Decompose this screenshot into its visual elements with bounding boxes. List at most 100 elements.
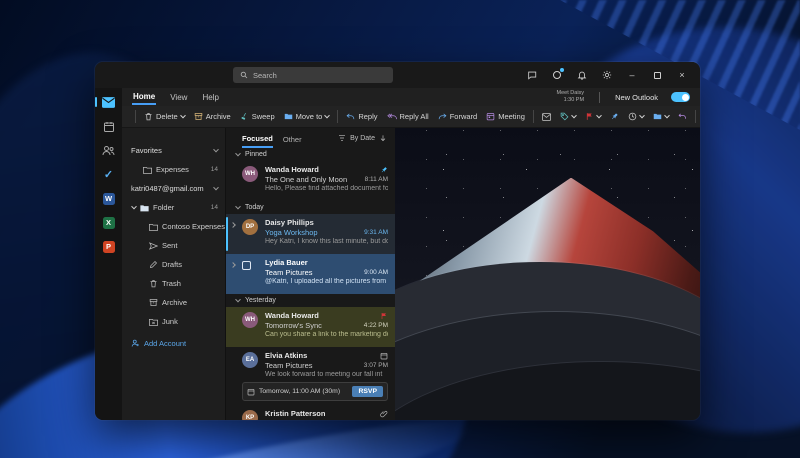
- presence-icon[interactable]: [551, 69, 563, 81]
- rail-excel-button[interactable]: X: [101, 215, 117, 230]
- tab-home[interactable]: Home: [132, 90, 156, 105]
- sidebar-item-folder[interactable]: Folder 14: [122, 198, 225, 217]
- message-row-lydia[interactable]: Lydia Bauer Team Pictures 9:00 AM @Katri…: [226, 254, 395, 294]
- add-account-button[interactable]: Add Account: [122, 334, 225, 353]
- message-row-kristin[interactable]: KP Kristin Patterson: [226, 405, 395, 420]
- filter-icon[interactable]: [338, 134, 346, 142]
- tab-other[interactable]: Other: [283, 128, 302, 148]
- pinned-icon: [380, 166, 388, 174]
- sidebar-item-drafts[interactable]: Drafts: [122, 255, 225, 274]
- search-icon: [240, 71, 248, 79]
- move-button[interactable]: [650, 110, 672, 123]
- expand-icon[interactable]: [230, 222, 236, 228]
- divider: [533, 110, 534, 123]
- sort-order-icon[interactable]: [379, 134, 387, 142]
- new-outlook-toggle[interactable]: [671, 92, 690, 102]
- select-checkbox[interactable]: [242, 261, 251, 270]
- folder-icon: [140, 204, 149, 212]
- sweep-broom-icon: [240, 112, 249, 121]
- expand-icon[interactable]: [230, 262, 236, 268]
- sidebar-item-contoso-expenses[interactable]: Contoso Expenses: [122, 217, 225, 236]
- todo-check-icon: ✓: [104, 168, 113, 181]
- junk-folder-icon: [149, 318, 158, 326]
- meeting-reminder[interactable]: Meet Daisy 1:30 PM: [557, 90, 585, 104]
- message-row-wanda-moon[interactable]: WH Wanda Howard The One and Only Moon 8:…: [226, 161, 395, 201]
- divider: [135, 110, 136, 123]
- section-pinned[interactable]: Pinned: [226, 148, 395, 161]
- settings-gear-icon[interactable]: [601, 69, 613, 81]
- rsvp-button[interactable]: RSVP: [352, 386, 383, 397]
- rail-word-button[interactable]: W: [101, 191, 117, 206]
- categorize-button[interactable]: [557, 110, 579, 123]
- feedback-icon[interactable]: [526, 69, 538, 81]
- sidebar-item-sent[interactable]: Sent: [122, 236, 225, 255]
- search-bar[interactable]: Search: [233, 67, 393, 83]
- message-list-header: Focused Other By Date: [226, 128, 395, 148]
- ribbon-toolbar: New Mail Delete: [122, 106, 700, 128]
- pin-icon: [610, 112, 619, 121]
- rail-calendar-button[interactable]: [101, 119, 117, 134]
- move-to-button[interactable]: Move to: [281, 110, 333, 123]
- sidebar-item-archive[interactable]: Archive: [122, 293, 225, 312]
- desktop-wallpaper: Search – ×: [0, 0, 800, 458]
- attachment-icon: [380, 410, 388, 418]
- folder-sidebar: Favorites Expenses 14 katri0487@gmail.co…: [122, 128, 225, 420]
- folder-arrow-icon: [653, 112, 662, 121]
- tag-icon: [560, 112, 569, 121]
- maximize-button[interactable]: [651, 69, 663, 81]
- favorites-header[interactable]: Favorites: [122, 141, 225, 160]
- rail-powerpoint-button[interactable]: P: [101, 239, 117, 254]
- forward-icon: [438, 112, 447, 121]
- sidebar-item-junk[interactable]: Junk: [122, 312, 225, 331]
- reply-button[interactable]: Reply: [343, 110, 380, 123]
- pencil-icon: [149, 260, 158, 269]
- archive-icon: [194, 112, 203, 121]
- avatar: DP: [242, 219, 258, 235]
- minimize-button[interactable]: –: [626, 69, 638, 81]
- rail-people-button[interactable]: [101, 143, 117, 158]
- meeting-time-label: Tomorrow, 11:00 AM (30m): [259, 388, 340, 395]
- message-row-elvia[interactable]: EA Elvia Atkins Team Pictures 3:07 PM We…: [226, 347, 395, 405]
- undo-icon: [678, 112, 687, 121]
- close-button[interactable]: ×: [676, 69, 688, 81]
- message-row-daisy[interactable]: DP Daisy Phillips Yoga Workshop 9:31 AM …: [226, 214, 395, 254]
- account-header[interactable]: katri0487@gmail.com: [122, 179, 225, 198]
- sweep-button[interactable]: Sweep: [237, 110, 278, 123]
- notifications-bell-icon[interactable]: [576, 69, 588, 81]
- reply-all-button[interactable]: Reply All: [384, 110, 432, 123]
- titlebar-icons: – ×: [526, 69, 700, 81]
- people-icon: [102, 145, 115, 156]
- trash-icon: [149, 279, 158, 288]
- person-add-icon: [131, 339, 140, 348]
- rail-mail-button[interactable]: [101, 95, 117, 110]
- unread-count: 14: [211, 204, 218, 211]
- message-row-wanda-sync[interactable]: WH Wanda Howard Tomorrow's Sync 4:22 PM …: [226, 307, 395, 347]
- avatar: EA: [242, 352, 258, 368]
- outlook-window: Search – ×: [95, 62, 700, 420]
- meeting-calendar-icon: [486, 112, 495, 121]
- sidebar-item-trash[interactable]: Trash: [122, 274, 225, 293]
- flag-icon: [585, 112, 594, 121]
- reminder-time: 1:30 PM: [557, 97, 585, 104]
- reply-icon: [346, 112, 355, 121]
- tab-focused[interactable]: Focused: [242, 128, 273, 148]
- pin-button[interactable]: [607, 110, 622, 123]
- divider: [695, 110, 696, 123]
- section-today[interactable]: Today: [226, 201, 395, 214]
- meeting-button[interactable]: Meeting: [483, 110, 528, 123]
- read-unread-button[interactable]: [539, 111, 554, 123]
- rail-todo-button[interactable]: ✓: [101, 167, 117, 182]
- sidebar-item-expenses[interactable]: Expenses 14: [122, 160, 225, 179]
- move-folder-icon: [284, 112, 293, 121]
- clock-icon: [628, 112, 637, 121]
- tab-view[interactable]: View: [169, 91, 188, 104]
- snooze-button[interactable]: [625, 110, 647, 123]
- forward-button[interactable]: Forward: [435, 110, 481, 123]
- undo-button[interactable]: [675, 110, 690, 123]
- sort-by-date[interactable]: By Date: [350, 135, 375, 142]
- tab-help[interactable]: Help: [201, 91, 219, 104]
- flag-button[interactable]: [582, 110, 604, 123]
- section-yesterday[interactable]: Yesterday: [226, 294, 395, 307]
- delete-button[interactable]: Delete: [141, 110, 188, 123]
- archive-button[interactable]: Archive: [191, 110, 234, 123]
